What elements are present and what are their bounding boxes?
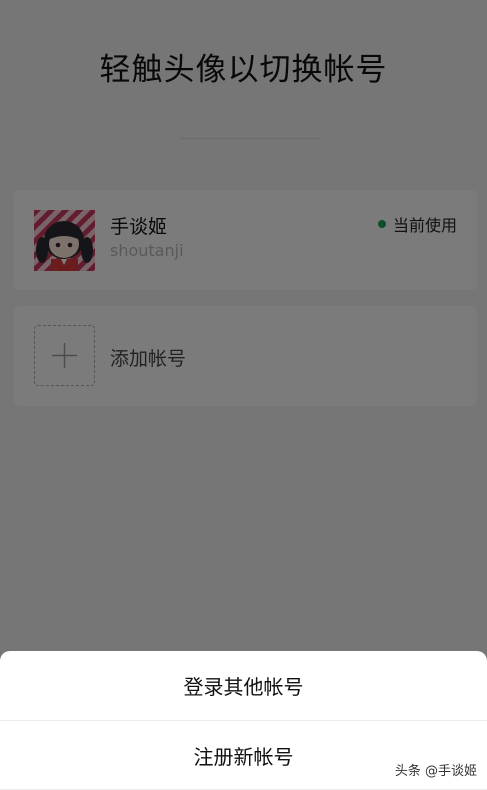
login-other-account-button[interactable]: 登录其他帐号 [0, 651, 487, 720]
action-sheet: 登录其他帐号 注册新帐号 头条 @手谈姬 [0, 651, 487, 789]
watermark: 头条 @手谈姬 [394, 764, 477, 779]
register-new-account-button[interactable]: 注册新帐号 [0, 721, 487, 790]
